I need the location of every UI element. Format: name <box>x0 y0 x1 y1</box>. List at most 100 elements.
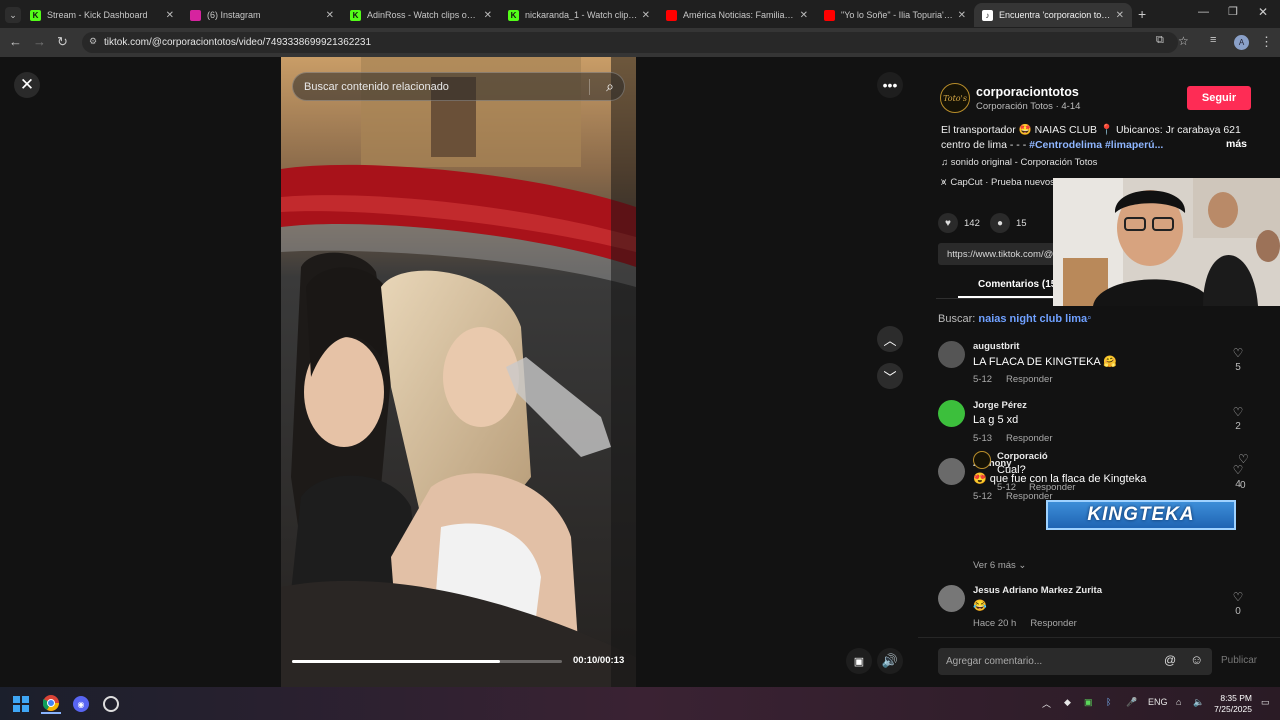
reading-list-icon[interactable]: ≡ <box>1210 34 1216 46</box>
comment-heart-icon[interactable]: ♡ <box>1230 405 1246 419</box>
browser-tab[interactable]: (6) Instagram ✕ <box>182 3 342 27</box>
comment-reply-link[interactable]: Responder <box>1030 618 1076 629</box>
comment-username[interactable]: augustbrit <box>973 341 1019 352</box>
reply-respond-link[interactable]: Responder <box>1029 482 1075 493</box>
speaker-icon[interactable]: 🔈 <box>1193 697 1204 708</box>
comment-input[interactable]: Agregar comentario... @ ☺ <box>938 648 1212 675</box>
microphone-icon[interactable]: 🎤 <box>1126 697 1137 708</box>
bookmark-star-icon[interactable]: ☆ <box>1178 34 1189 48</box>
browser-tab[interactable]: K Stream - Kick Dashboard ✕ <box>22 3 182 27</box>
comment-reply-link[interactable]: Responder <box>1006 433 1052 444</box>
heart-icon[interactable]: ♥ <box>938 213 958 233</box>
view-more-replies[interactable]: Ver 6 más ⌄ <box>973 560 1026 571</box>
music-info[interactable]: ♫ sonido original - Corporación Totos <box>941 157 1097 168</box>
discord-taskbar-icon[interactable]: ◉ <box>71 694 91 714</box>
follow-button[interactable]: Seguir <box>1187 86 1251 110</box>
comment-stat[interactable]: ● 15 <box>990 213 1027 233</box>
miniplayer-icon[interactable]: ▣ <box>846 648 872 674</box>
comment-avatar[interactable] <box>938 341 965 368</box>
tab-close-icon[interactable]: ✕ <box>166 10 174 21</box>
author-avatar[interactable]: Toto's <box>940 83 970 113</box>
taskbar-clock[interactable]: 8:35 PM 7/25/2025 <box>1212 693 1252 715</box>
close-icon[interactable]: ✕ <box>14 72 40 98</box>
comment-meta: 5-13 Responder <box>973 433 1067 444</box>
bluetooth-icon[interactable]: ᛒ <box>1106 697 1111 707</box>
tray-nvidia-icon[interactable]: ▣ <box>1084 697 1093 708</box>
browser-tab[interactable]: América Noticias: Familia denuncia ✕ <box>658 3 816 27</box>
publish-button[interactable]: Publicar <box>1221 655 1257 666</box>
comment-username[interactable]: Jorge Pérez <box>973 400 1027 411</box>
comment-heart-icon[interactable]: ♡ <box>1230 590 1246 604</box>
show-more-link[interactable]: más <box>1226 138 1247 150</box>
mention-icon[interactable]: @ <box>1164 653 1176 667</box>
volume-icon[interactable]: 🔊 <box>877 648 903 674</box>
author-username[interactable]: corporaciontotos <box>976 85 1079 99</box>
more-options-icon[interactable]: ••• <box>877 72 903 98</box>
capcut-banner[interactable]: ⩙ CapCut · Prueba nuevos <box>941 177 1055 188</box>
notifications-icon[interactable]: ▭ <box>1261 697 1270 708</box>
tray-app-icon[interactable]: ◆ <box>1064 697 1071 708</box>
windows-start-icon[interactable] <box>11 694 31 714</box>
comment-avatar[interactable] <box>938 585 965 612</box>
profile-avatar[interactable]: A <box>1234 35 1249 50</box>
comment-like-count: 2 <box>1235 421 1241 432</box>
maximize-button[interactable]: ❐ <box>1228 5 1238 18</box>
emoji-icon[interactable]: ☺ <box>1190 652 1203 667</box>
related-search-suggestion[interactable]: Buscar: naias night club lima⌕ <box>938 313 1092 325</box>
comment-bubble-icon[interactable]: ● <box>990 213 1010 233</box>
browser-tab[interactable]: Knickaranda_1 - Watch clips on Kick ✕ <box>500 3 658 27</box>
url-text: tiktok.com/@corporaciontotos/video/74933… <box>104 37 372 48</box>
forward-icon[interactable]: → <box>33 34 46 49</box>
reply-heart-icon[interactable]: ♡ <box>1238 452 1249 466</box>
network-icon[interactable]: ⌂ <box>1176 697 1181 707</box>
reply-date: 5-12 <box>997 482 1017 493</box>
reply-username[interactable]: Corporació <box>997 451 1048 462</box>
tab-title: América Noticias: Familia denuncia <box>683 10 796 20</box>
address-bar[interactable]: ⚙ tiktok.com/@corporaciontotos/video/749… <box>82 32 1178 53</box>
browser-tab[interactable]: K AdinRoss - Watch clips on Kick ✕ <box>342 3 500 27</box>
buscar-query[interactable]: naias night club lima <box>978 313 1087 325</box>
install-app-icon[interactable]: ⧉ <box>1156 34 1164 47</box>
tab-close-icon[interactable]: ✕ <box>642 10 650 21</box>
tab-close-icon[interactable]: ✕ <box>484 10 492 21</box>
chrome-menu-icon[interactable]: ⋮ <box>1260 34 1273 50</box>
previous-video-chevron-up-icon[interactable]: ︿ <box>877 326 903 352</box>
language-indicator[interactable]: ENG <box>1148 697 1168 707</box>
obs-taskbar-icon[interactable] <box>101 694 121 714</box>
reply-avatar[interactable] <box>973 451 991 469</box>
comment-date: Hace 20 h <box>973 618 1017 629</box>
comment-reply-link[interactable]: Responder <box>1006 374 1052 385</box>
minimize-button[interactable]: — <box>1198 6 1209 18</box>
tab-close-icon[interactable]: ✕ <box>800 10 808 21</box>
comment-avatar[interactable] <box>938 400 965 427</box>
comment-heart-icon[interactable]: ♡ <box>1230 346 1246 360</box>
chrome-taskbar-icon[interactable] <box>41 694 61 714</box>
video-progress-fill <box>292 660 500 663</box>
video-link-field[interactable]: https://www.tiktok.com/@ <box>938 243 1068 265</box>
author-meta: Corporación Totos · 4-14 <box>976 101 1081 112</box>
tab-close-icon[interactable]: ✕ <box>1116 10 1124 21</box>
browser-tab[interactable]: "Yo lo Soñe" - Ilia Topuria's Ride ✕ <box>816 3 974 27</box>
related-search-input[interactable]: Buscar contenido relacionado ⌕ <box>292 72 625 101</box>
new-tab-button[interactable]: + <box>1138 6 1146 22</box>
browser-tab[interactable]: ♪ Encuentra 'corporacion totos' ✕ <box>974 3 1132 27</box>
tab-search-button[interactable]: ⌄ <box>5 7 21 23</box>
tab-comments[interactable]: Comentarios (15 <box>978 279 1056 290</box>
youtube-icon <box>824 9 835 21</box>
description-hashtags[interactable]: #Centrodelima #limaperú... <box>1029 139 1163 151</box>
comment-avatar[interactable] <box>938 458 965 485</box>
next-video-chevron-down-icon[interactable]: ﹀ <box>877 363 903 389</box>
tab-close-icon[interactable]: ✕ <box>326 10 334 21</box>
webcam-overlay <box>1053 178 1280 306</box>
comment-username[interactable]: Jesus Adriano Markez Zurita <box>973 585 1102 596</box>
video-progress-bar[interactable] <box>292 660 562 663</box>
reload-icon[interactable]: ↻ <box>57 34 68 50</box>
tab-close-icon[interactable]: ✕ <box>958 10 966 21</box>
site-info-icon[interactable]: ⚙ <box>89 36 97 47</box>
like-stat[interactable]: ♥ 142 <box>938 213 980 233</box>
close-window-button[interactable]: ✕ <box>1258 5 1268 19</box>
search-icon[interactable]: ⌕ <box>606 78 614 95</box>
tray-overflow-icon[interactable]: ︿ <box>1042 697 1051 710</box>
back-icon[interactable]: ← <box>9 34 22 49</box>
video-player[interactable]: Buscar contenido relacionado ⌕ 00:10/00:… <box>281 57 636 687</box>
